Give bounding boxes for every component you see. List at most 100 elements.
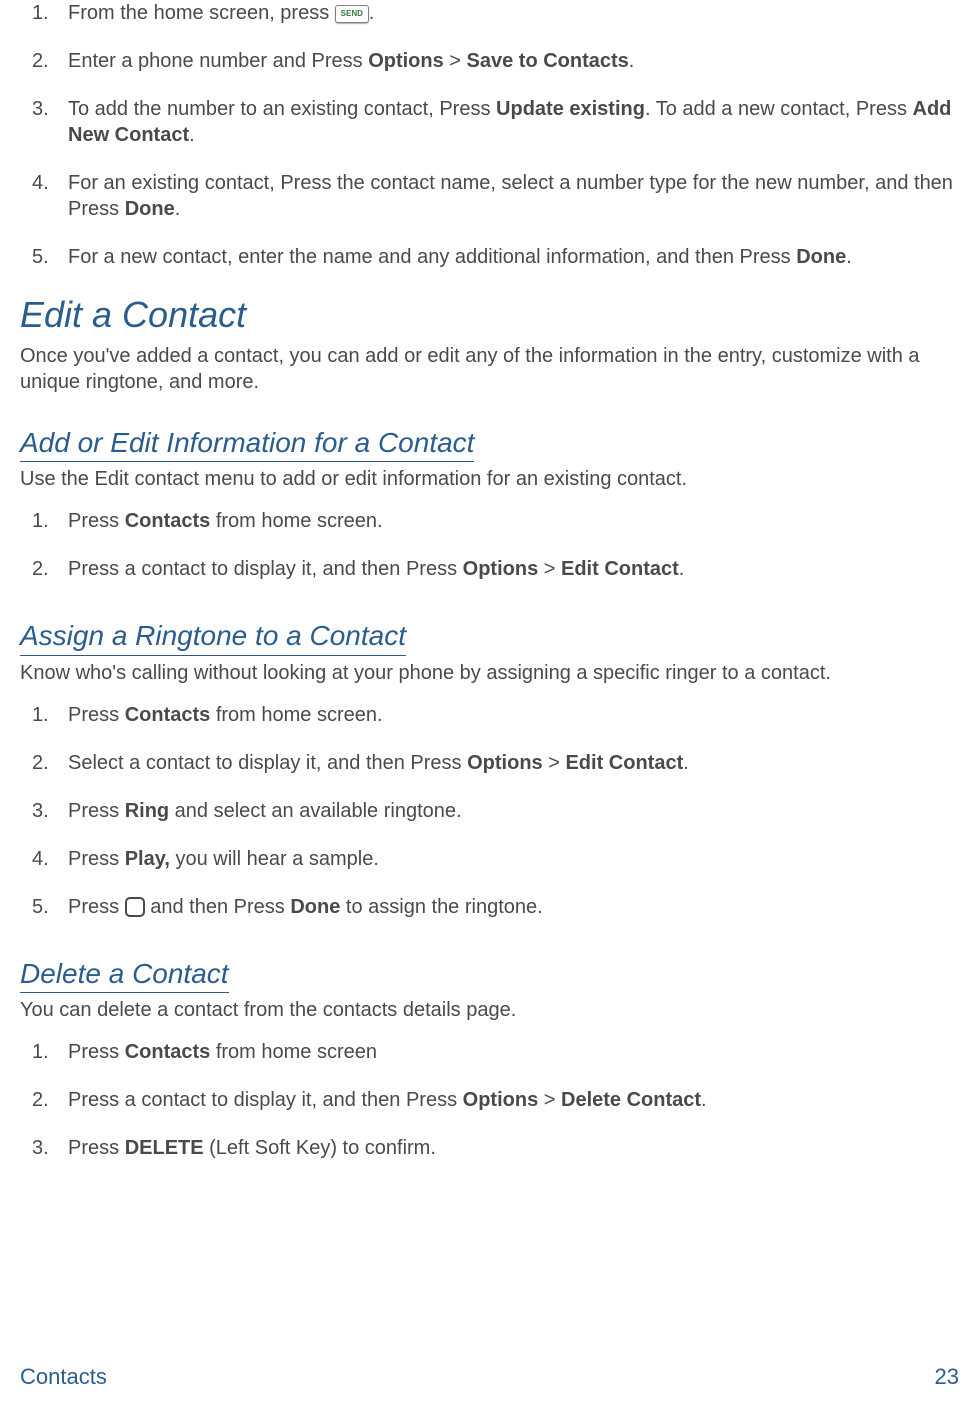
list-item: 3. Press Ring and select an available ri… (52, 798, 959, 824)
text: > (538, 1089, 561, 1111)
text: Press (68, 704, 125, 726)
text: Press a contact to display it, and then … (68, 1089, 463, 1111)
list-num: 4. (32, 846, 49, 872)
text: . (369, 2, 375, 24)
list-num: 2. (32, 556, 49, 582)
footer: Contacts 23 (20, 1363, 959, 1392)
list-num: 1. (32, 1039, 49, 1065)
text: . (189, 124, 195, 146)
text: Press (68, 800, 125, 822)
list-num: 1. (32, 508, 49, 534)
bold: Update existing (496, 98, 645, 120)
bold: Edit Contact (561, 558, 679, 580)
text: and select an available ringtone. (169, 800, 461, 822)
text: you will hear a sample. (170, 848, 379, 870)
text: and then Press (145, 896, 291, 918)
list-item: 1. Press Contacts from home screen. (52, 508, 959, 534)
text: . To add a new contact, Press (645, 98, 913, 120)
list-num: 5. (32, 894, 49, 920)
heading-assign-ringtone: Assign a Ringtone to a Contact (20, 618, 406, 655)
list-item: 2. Press a contact to display it, and th… (52, 556, 959, 582)
bold: Edit Contact (565, 752, 683, 774)
bold: Save to Contacts (467, 50, 629, 72)
bold: Ring (125, 800, 169, 822)
footer-page-number: 23 (935, 1363, 959, 1392)
bold: Play, (125, 848, 170, 870)
bold: Done (796, 246, 846, 268)
text: . (701, 1089, 707, 1111)
text: (Left Soft Key) to confirm. (204, 1137, 436, 1159)
text: For an existing contact, Press the conta… (68, 172, 953, 220)
bold: DELETE (125, 1137, 204, 1159)
ok-button-icon (125, 897, 145, 917)
text: from home screen. (210, 510, 382, 532)
list-num: 4. (32, 170, 49, 196)
list-item: 1. Press Contacts from home screen (52, 1039, 959, 1065)
text: from home screen (210, 1041, 377, 1063)
list-item: 3. Press DELETE (Left Soft Key) to confi… (52, 1135, 959, 1161)
text: Press a contact to display it, and then … (68, 558, 463, 580)
bold: Options (467, 752, 543, 774)
text: > (543, 752, 566, 774)
text: . (846, 246, 852, 268)
text: from home screen. (210, 704, 382, 726)
paragraph: You can delete a contact from the contac… (20, 997, 959, 1023)
text: . (175, 198, 181, 220)
bold: Done (125, 198, 175, 220)
bold: Options (463, 558, 539, 580)
text: To add the number to an existing contact… (68, 98, 496, 120)
bold: Options (368, 50, 444, 72)
text: Press (68, 896, 125, 918)
text: Enter a phone number and Press (68, 50, 368, 72)
text: . (679, 558, 685, 580)
list-num: 3. (32, 1135, 49, 1161)
text: Press (68, 510, 125, 532)
ringtone-list: 1. Press Contacts from home screen. 2. S… (20, 702, 959, 920)
page-content: 1. From the home screen, press . 2. Ente… (20, 0, 959, 1161)
text: From the home screen, press (68, 2, 329, 24)
delete-list: 1. Press Contacts from home screen 2. Pr… (20, 1039, 959, 1161)
list-item: 5. Press and then Press Done to assign t… (52, 894, 959, 920)
text: Select a contact to display it, and then… (68, 752, 467, 774)
heading-delete-contact: Delete a Contact (20, 956, 229, 993)
list-item: 1. From the home screen, press . (52, 0, 959, 26)
text: . (629, 50, 635, 72)
list-item: 3. To add the number to an existing cont… (52, 96, 959, 148)
text: . (683, 752, 689, 774)
footer-section: Contacts (20, 1363, 107, 1392)
text: Press (68, 1137, 125, 1159)
list-num: 1. (32, 702, 49, 728)
list-item: 1. Press Contacts from home screen. (52, 702, 959, 728)
heading-add-edit-info: Add or Edit Information for a Contact (20, 425, 474, 462)
text: Press (68, 1041, 125, 1063)
addedit-list: 1. Press Contacts from home screen. 2. P… (20, 508, 959, 582)
list-num: 5. (32, 244, 49, 270)
list-num: 3. (32, 798, 49, 824)
text: > (538, 558, 561, 580)
list-item: 4. For an existing contact, Press the co… (52, 170, 959, 222)
list-num: 3. (32, 96, 49, 122)
list-item: 2. Select a contact to display it, and t… (52, 750, 959, 776)
send-icon (335, 5, 369, 23)
heading-edit-contact: Edit a Contact (20, 292, 959, 339)
list-item: 2. Press a contact to display it, and th… (52, 1087, 959, 1113)
list-num: 2. (32, 48, 49, 74)
list-item: 2. Enter a phone number and Press Option… (52, 48, 959, 74)
bold: Options (463, 1089, 539, 1111)
bold: Delete Contact (561, 1089, 701, 1111)
text: For a new contact, enter the name and an… (68, 246, 796, 268)
bold: Contacts (125, 1041, 211, 1063)
paragraph: Once you've added a contact, you can add… (20, 343, 959, 395)
bold: Done (290, 896, 340, 918)
bold: Contacts (125, 704, 211, 726)
intro-list: 1. From the home screen, press . 2. Ente… (20, 0, 959, 270)
text: Press (68, 848, 125, 870)
bold: Contacts (125, 510, 211, 532)
list-num: 2. (32, 1087, 49, 1113)
list-item: 5. For a new contact, enter the name and… (52, 244, 959, 270)
paragraph: Use the Edit contact menu to add or edit… (20, 466, 959, 492)
list-item: 4. Press Play, you will hear a sample. (52, 846, 959, 872)
text: to assign the ringtone. (340, 896, 542, 918)
text: > (444, 50, 467, 72)
list-num: 2. (32, 750, 49, 776)
